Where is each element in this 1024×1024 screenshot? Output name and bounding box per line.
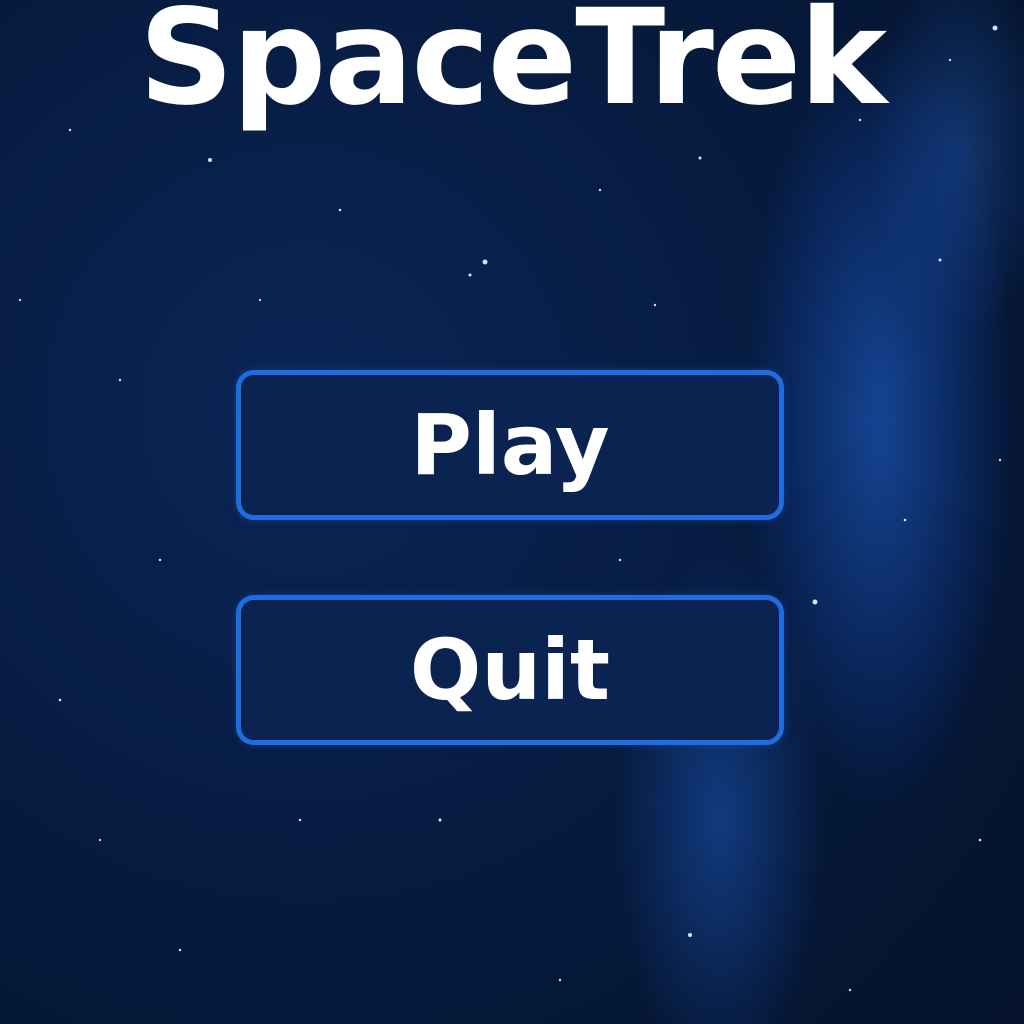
main-menu-screen: SpaceTrek Play Quit	[0, 0, 1024, 1024]
quit-button-label: Quit	[409, 621, 611, 719]
game-title: SpaceTrek	[138, 0, 887, 135]
play-button[interactable]: Play	[236, 370, 784, 520]
quit-button[interactable]: Quit	[236, 595, 784, 745]
play-button-label: Play	[410, 396, 610, 494]
